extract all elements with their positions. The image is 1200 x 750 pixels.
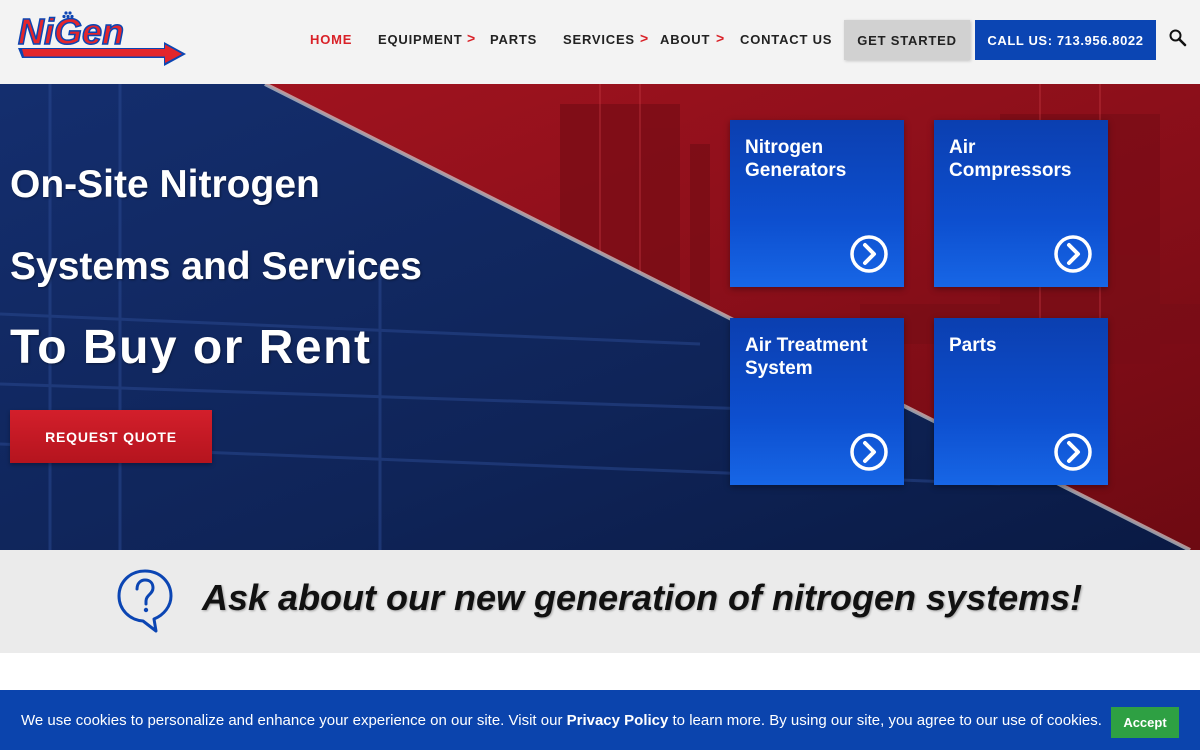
question-bubble-icon [117,569,173,633]
nav-contact[interactable]: CONTACT US [740,32,832,47]
tile-label: Nitrogen Generators [745,137,847,181]
tile-label: Air Treatment System [745,335,868,379]
tile-label: Parts [949,335,997,356]
tile-parts[interactable]: Parts [934,318,1108,485]
request-quote-button[interactable]: REQUEST QUOTE [10,410,212,463]
tile-label: Air Compressors [949,137,1072,181]
cookie-text-after: to learn more. By using our site, you ag… [668,712,1102,729]
nav-services-dropdown-arrow[interactable]: > [640,30,648,46]
search-icon[interactable] [1168,28,1188,48]
cookie-text-before: We use cookies to personalize and enhanc… [21,712,567,729]
nav-about-dropdown-arrow[interactable]: > [716,30,724,46]
nav-equipment-dropdown-arrow[interactable]: > [467,30,475,46]
nav-home[interactable]: HOME [310,32,352,47]
cookie-consent-bar: We use cookies to personalize and enhanc… [0,690,1200,750]
tile-air-compressors[interactable]: Air Compressors [934,120,1108,287]
accept-cookies-button[interactable]: Accept [1111,707,1179,738]
site-header: NiGen HOME EQUIPMENT > PARTS SERVICES > … [0,0,1200,84]
nigen-logo[interactable]: NiGen [14,8,186,66]
nav-services[interactable]: SERVICES [563,32,635,47]
nav-about[interactable]: ABOUT [660,32,710,47]
svg-text:NiGen: NiGen [18,11,124,52]
chevron-right-circle-icon [1054,235,1092,273]
hero-title-line-3: To Buy or Rent [10,321,372,374]
chevron-right-circle-icon [850,433,888,471]
ask-headline: Ask about our new generation of nitrogen… [202,577,1083,618]
nav-equipment[interactable]: EQUIPMENT [378,32,462,47]
chevron-right-circle-icon [1054,433,1092,471]
hero-section: On-Site Nitrogen Systems and Services To… [0,84,1200,550]
tile-nitrogen-generators[interactable]: Nitrogen Generators [730,120,904,287]
tile-air-treatment-system[interactable]: Air Treatment System [730,318,904,485]
hero-title-line-1: On-Site Nitrogen [10,163,320,206]
privacy-policy-link[interactable]: Privacy Policy [567,712,669,729]
hero-title-line-2: Systems and Services [10,245,422,288]
get-started-button[interactable]: GET STARTED [844,20,970,60]
call-us-button[interactable]: CALL US: 713.956.8022 [975,20,1156,60]
nav-parts[interactable]: PARTS [490,32,537,47]
ask-banner: Ask about our new generation of nitrogen… [0,550,1200,653]
cookie-message: We use cookies to personalize and enhanc… [21,712,1102,729]
chevron-right-circle-icon [850,235,888,273]
